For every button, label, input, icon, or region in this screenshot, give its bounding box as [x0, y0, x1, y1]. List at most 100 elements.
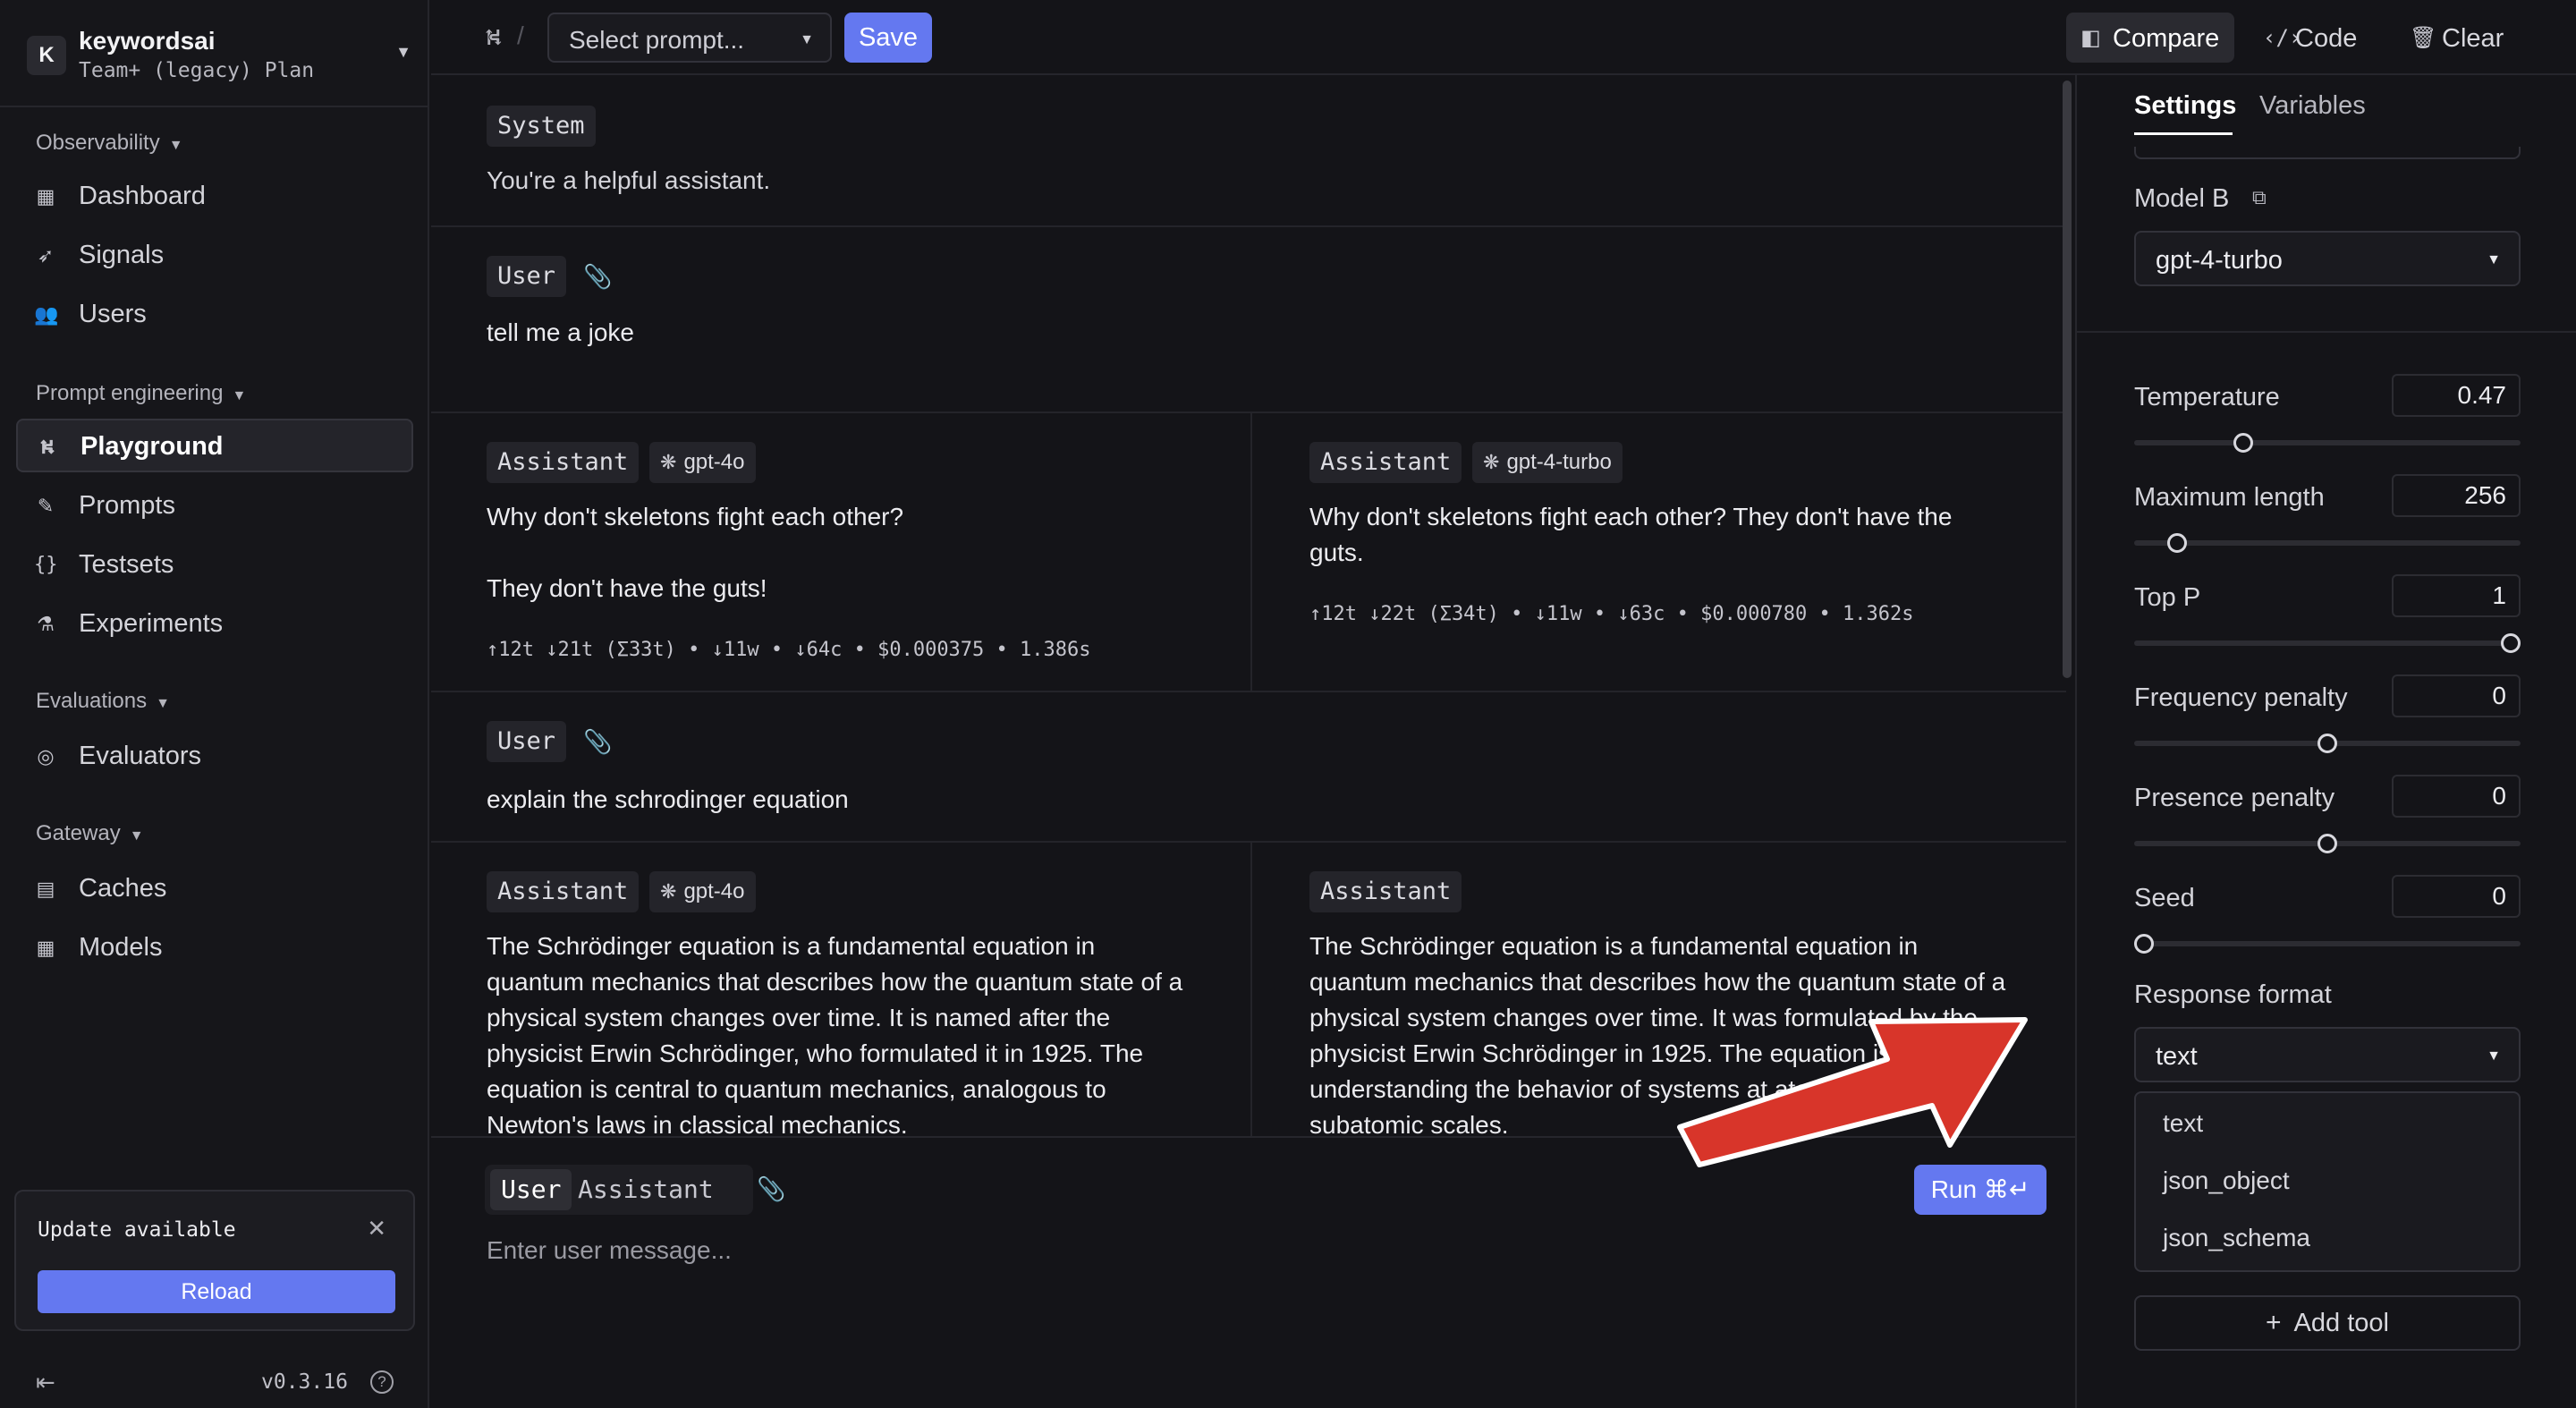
- assistant-response-a[interactable]: Assistant ❋ gpt-4o The Schrödinger equati…: [431, 843, 1252, 1136]
- user-message-content[interactable]: explain the schrodinger equation: [487, 782, 849, 818]
- role-option-assistant[interactable]: Assistant: [567, 1169, 724, 1210]
- user-message-input[interactable]: [487, 1224, 2007, 1277]
- sidebar-item-caches[interactable]: ▤ Caches: [16, 862, 413, 916]
- sidebar-item-prompts[interactable]: ✎ Prompts: [16, 479, 413, 533]
- section-title: Gateway: [36, 821, 121, 845]
- response-format-value: text: [2156, 1042, 2198, 1071]
- sidebar-item-label: Dashboard: [79, 182, 206, 210]
- copy-icon[interactable]: ⧉: [2252, 186, 2267, 209]
- plus-icon: +: [2266, 1308, 2282, 1337]
- top-p-slider[interactable]: [2134, 640, 2521, 646]
- assistant-response-b[interactable]: Assistant ❋ gpt-4-turbo Why don't skeleto…: [1254, 413, 2066, 691]
- attachment-icon[interactable]: 📎: [583, 263, 612, 291]
- dashboard-icon: ▦: [36, 185, 55, 208]
- maximum-length-input[interactable]: 256: [2392, 474, 2521, 517]
- role-option-user[interactable]: User: [490, 1169, 572, 1210]
- section-observability[interactable]: Observability ▼: [36, 131, 183, 157]
- response-line: subatomic scales.: [1309, 1111, 1509, 1136]
- frequency-penalty-slider-handle[interactable]: [2318, 734, 2337, 753]
- param-label-top-p: Top P: [2134, 583, 2201, 612]
- attachment-icon[interactable]: 📎: [583, 728, 612, 756]
- response-format-dropdown: text json_object json_schema: [2134, 1091, 2521, 1272]
- help-icon[interactable]: ?: [370, 1370, 394, 1394]
- top-p-input[interactable]: 1: [2392, 574, 2521, 617]
- role-chip-assistant[interactable]: Assistant: [487, 442, 640, 483]
- reload-button[interactable]: Reload: [38, 1270, 395, 1313]
- temperature-slider[interactable]: [2134, 440, 2521, 445]
- top-p-slider-handle[interactable]: [2501, 633, 2521, 653]
- role-chip-assistant[interactable]: Assistant: [487, 871, 640, 912]
- run-button[interactable]: Run ⌘↵: [1914, 1165, 2046, 1215]
- presence-penalty-input[interactable]: 0: [2392, 775, 2521, 818]
- response-format-label: Response format: [2134, 980, 2332, 1009]
- collapse-sidebar-icon[interactable]: ⇤: [36, 1369, 55, 1396]
- presence-penalty-slider-handle[interactable]: [2318, 834, 2337, 853]
- sidebar-item-dashboard[interactable]: ▦ Dashboard: [16, 170, 413, 224]
- section-evaluations[interactable]: Evaluations ▼: [36, 689, 170, 716]
- save-button[interactable]: Save: [844, 13, 932, 63]
- prompt-select[interactable]: Select prompt... ▼: [547, 13, 832, 63]
- close-icon[interactable]: ✕: [367, 1215, 386, 1243]
- maximum-length-slider-handle[interactable]: [2166, 533, 2187, 553]
- response-format-select[interactable]: text ▼: [2134, 1027, 2521, 1082]
- role-chip-system[interactable]: System: [487, 106, 596, 147]
- sidebar-item-label: Experiments: [79, 609, 224, 638]
- sidebar-item-label: Prompts: [79, 491, 175, 520]
- role-chip-user[interactable]: User: [487, 256, 567, 297]
- tab-variables[interactable]: Variables: [2259, 91, 2366, 121]
- response-format-option[interactable]: json_object: [2163, 1166, 2290, 1195]
- user-message-content[interactable]: tell me a joke: [487, 315, 634, 351]
- table-icon: ▦: [36, 937, 55, 959]
- sidebar-item-testsets[interactable]: {} Testsets: [16, 539, 413, 592]
- messages-scrollbar-thumb[interactable]: [2063, 81, 2072, 678]
- param-label-frequency-penalty: Frequency penalty: [2134, 683, 2348, 712]
- model-chip-label: gpt-4o: [683, 879, 745, 903]
- pencil-icon: ✎: [37, 495, 55, 517]
- role-toggle[interactable]: User Assistant: [485, 1165, 753, 1215]
- response-format-option[interactable]: json_schema: [2163, 1224, 2310, 1252]
- compare-button[interactable]: ◧ Compare: [2066, 13, 2234, 63]
- sidebar-item-evaluators[interactable]: ◎ Evaluators: [16, 730, 413, 784]
- sidebar-item-experiments[interactable]: ⚗ Experiments: [16, 598, 413, 651]
- param-label-maximum-length: Maximum length: [2134, 483, 2325, 512]
- add-tool-button[interactable]: + Add tool: [2134, 1295, 2521, 1351]
- usage-metadata: ↑12t ↓22t (Σ34t) • ↓11w • ↓63c • $0.0007…: [1309, 603, 1914, 625]
- role-chip-assistant[interactable]: Assistant: [1309, 871, 1462, 912]
- seed-slider[interactable]: [2134, 941, 2521, 946]
- maximum-length-slider[interactable]: [2134, 540, 2521, 546]
- openai-icon: ❋: [660, 451, 677, 473]
- code-button[interactable]: ‹/› Code: [2249, 13, 2383, 63]
- seed-slider-handle[interactable]: [2134, 934, 2154, 954]
- user-message[interactable]: User 📎 explain the schrodinger equation: [431, 692, 2066, 843]
- clear-button[interactable]: 🗑 Clear: [2395, 13, 2529, 63]
- section-gateway[interactable]: Gateway ▼: [36, 821, 144, 848]
- sidebar-item-models[interactable]: ▦ Models: [16, 921, 413, 975]
- sidebar-item-label: Users: [79, 300, 147, 328]
- system-message-content[interactable]: You're a helpful assistant.: [487, 163, 770, 199]
- org-plan: Team+ (legacy) Plan: [79, 59, 315, 82]
- sidebar-item-signals[interactable]: ➶ Signals: [16, 229, 413, 283]
- temperature-input[interactable]: 0.47: [2392, 374, 2521, 417]
- sidebar-item-label: Signals: [79, 241, 165, 269]
- playground-icon: ⛕: [485, 23, 503, 50]
- role-chip-assistant[interactable]: Assistant: [1309, 442, 1462, 483]
- users-icon: 👥: [34, 303, 59, 326]
- section-prompt-engineering[interactable]: Prompt engineering ▼: [36, 381, 246, 408]
- assistant-response-a[interactable]: Assistant ❋ gpt-4o Why don't skeletons fi…: [431, 413, 1252, 691]
- tab-settings[interactable]: Settings: [2134, 91, 2236, 121]
- model-b-select[interactable]: gpt-4-turbo ▼: [2134, 231, 2521, 286]
- compare-icon: ◧: [2080, 26, 2101, 50]
- section-title: Evaluations: [36, 689, 148, 713]
- temperature-slider-handle[interactable]: [2233, 433, 2253, 453]
- seed-input[interactable]: 0: [2392, 875, 2521, 918]
- user-message[interactable]: User 📎 tell me a joke: [431, 227, 2066, 413]
- role-chip-user[interactable]: User: [487, 721, 567, 762]
- org-switcher[interactable]: K keywordsai Team+ (legacy) Plan ▼: [27, 27, 411, 82]
- sidebar-item-playground[interactable]: ⛕ Playground: [16, 419, 413, 472]
- response-format-option[interactable]: text: [2163, 1109, 2203, 1138]
- system-message[interactable]: System You're a helpful assistant.: [431, 77, 2066, 227]
- prompt-select-placeholder: Select prompt...: [569, 26, 745, 54]
- attachment-icon[interactable]: 📎: [757, 1175, 785, 1203]
- sidebar-item-users[interactable]: 👥 Users: [16, 288, 413, 342]
- frequency-penalty-input[interactable]: 0: [2392, 674, 2521, 717]
